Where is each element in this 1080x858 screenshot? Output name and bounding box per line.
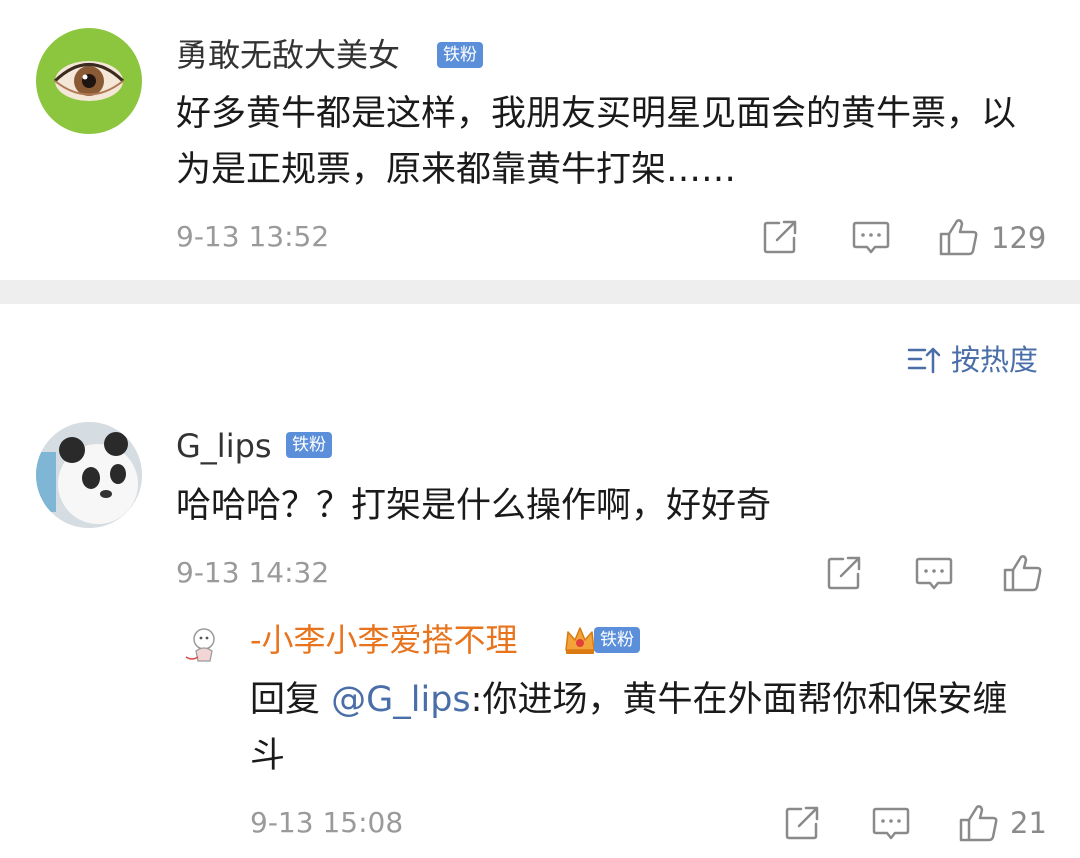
username[interactable]: G_lips	[176, 426, 272, 466]
share-icon	[827, 556, 861, 590]
fan-badge: 铁粉	[286, 432, 332, 458]
comment-button[interactable]	[871, 806, 911, 842]
character-avatar-image	[185, 628, 215, 662]
reply-username[interactable]: -小李小李爱搭不理	[250, 620, 518, 660]
comment-button[interactable]	[851, 220, 891, 256]
comment-icon	[915, 557, 953, 590]
comment-text: 哈哈哈？？打架是什么操作啊，好好奇	[176, 486, 772, 526]
thumbs-up-icon	[939, 219, 978, 256]
timestamp: 9-13 15:08	[250, 806, 404, 839]
comment-button[interactable]	[914, 556, 954, 592]
share-button[interactable]	[826, 555, 864, 591]
sort-label: 按热度	[951, 343, 1039, 377]
like-button[interactable]	[1002, 553, 1044, 593]
eye-avatar-image	[53, 61, 125, 101]
share-icon	[785, 806, 819, 840]
reply-text: 回复 @G_lips:你进场，黄牛在外面帮你和保安缠斗	[250, 672, 1040, 784]
avatar[interactable]	[178, 617, 230, 669]
panda-avatar-image	[36, 422, 142, 528]
share-button[interactable]	[762, 219, 800, 255]
username[interactable]: 勇敢无敌大美女	[176, 35, 400, 75]
like-button[interactable]	[938, 217, 980, 257]
fan-badge: 铁粉	[437, 42, 483, 68]
mention-link[interactable]: @G_lips	[331, 680, 471, 720]
like-count: 129	[991, 221, 1047, 255]
timestamp: 9-13 14:32	[176, 556, 330, 589]
share-icon	[763, 220, 797, 254]
avatar[interactable]	[36, 422, 142, 528]
like-button[interactable]	[958, 803, 1000, 843]
comment-icon	[852, 221, 890, 254]
crown-icon	[563, 624, 597, 656]
timestamp: 9-13 13:52	[176, 220, 330, 253]
thumbs-up-icon	[959, 805, 998, 842]
comment-icon	[872, 807, 910, 840]
sort-icon	[907, 344, 941, 376]
fan-badge: 铁粉	[594, 627, 640, 653]
section-divider	[0, 280, 1080, 304]
reply-prefix: 回复	[250, 680, 332, 720]
share-button[interactable]	[784, 805, 822, 841]
like-count: 21	[1010, 806, 1047, 840]
sort-by-hot-button[interactable]: 按热度	[907, 342, 1047, 378]
avatar[interactable]	[36, 28, 142, 134]
thumbs-up-icon	[1003, 555, 1042, 592]
comment-text: 好多黄牛都是这样，我朋友买明星见面会的黄牛票，以为是正规票，原来都靠黄牛打架……	[176, 94, 1017, 190]
